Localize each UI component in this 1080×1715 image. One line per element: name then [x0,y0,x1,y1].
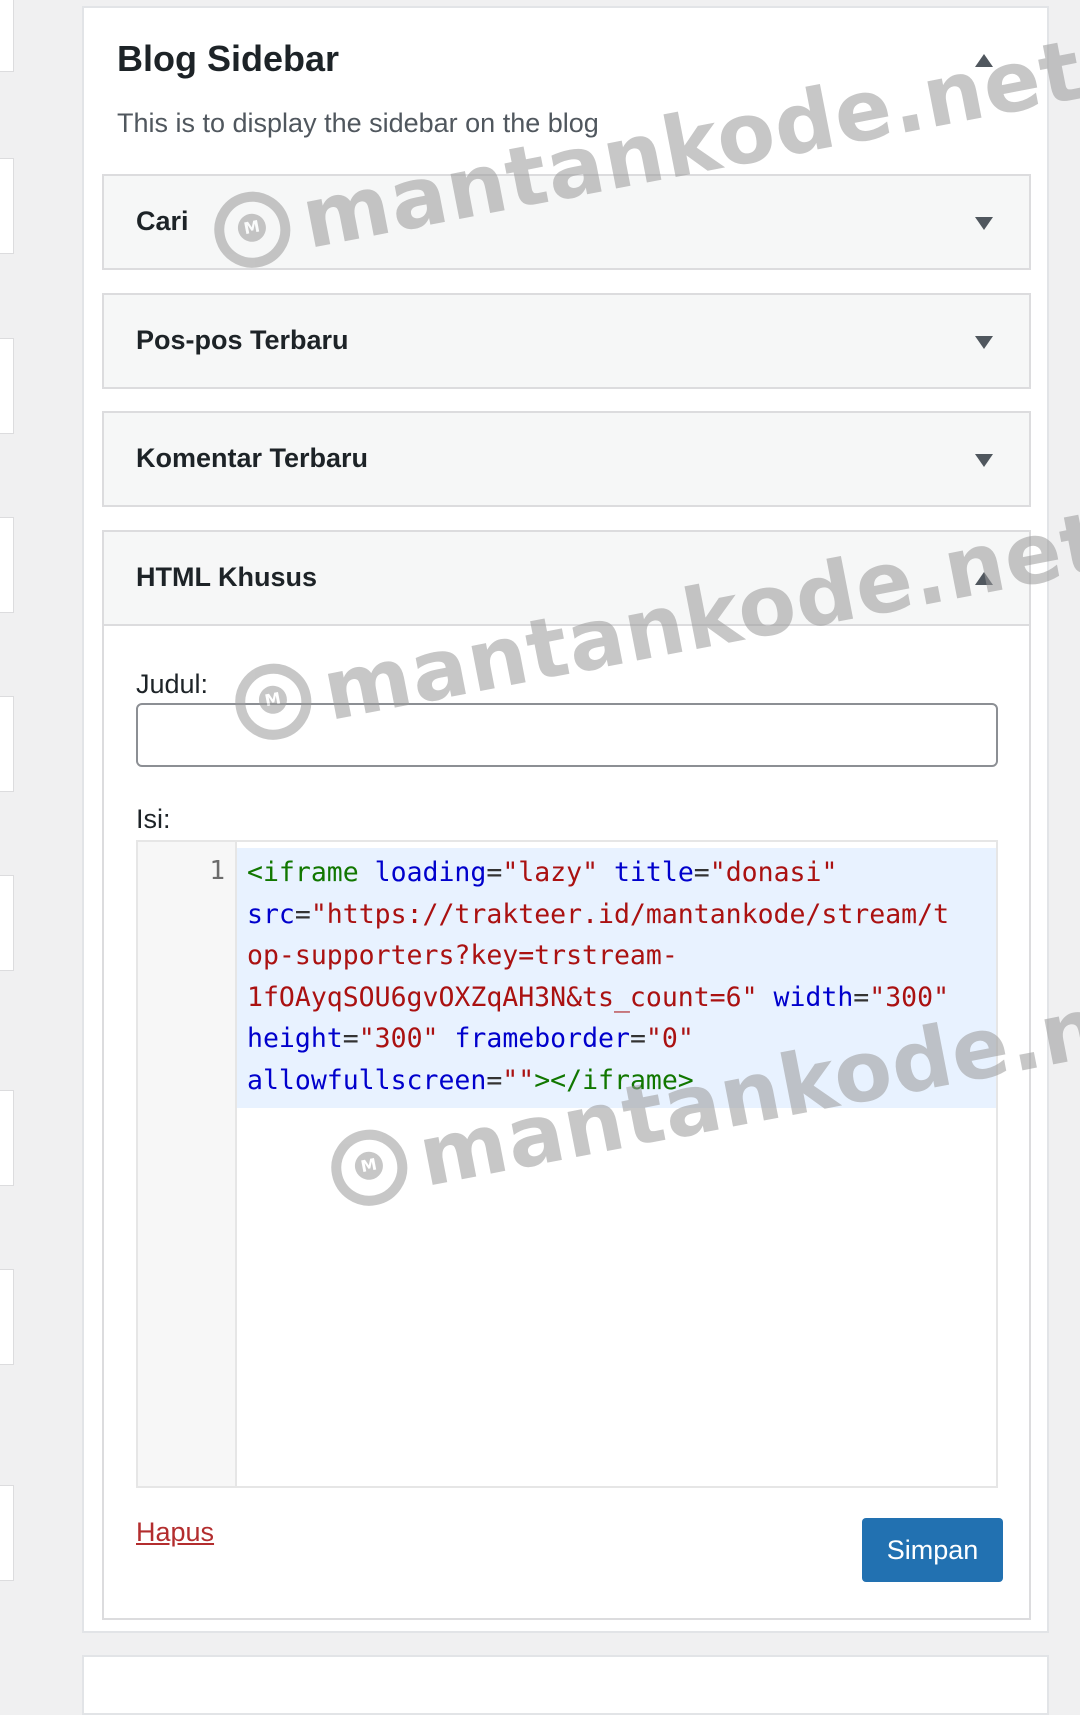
expand-arrow-icon[interactable] [975,336,993,349]
left-column-stub [0,875,14,971]
code-token: frameborder [454,1023,630,1054]
code-token: op-supporters?key=trstream- [247,940,678,971]
code-content[interactable]: <iframe loading="lazy" title="donasi" sr… [237,848,996,1108]
code-token: "https://trakteer.id/mantankode/stream/t [310,898,950,930]
code-token: height [247,1023,343,1054]
next-widget-area [82,1655,1049,1715]
left-column-stub [0,1090,14,1186]
collapse-arrow-icon[interactable] [975,54,993,67]
code-text: <iframe loading="lazy" title="donasi" sr… [247,857,950,1096]
code-token: 1fOAyqSOU6gvOXZqAH3N&ts_count=6" [247,981,758,1013]
collapse-arrow-icon[interactable] [975,572,993,585]
expand-arrow-icon[interactable] [975,454,993,467]
left-column-stub [0,158,14,254]
widget-custom-html: HTML Khusus Judul: Isi: 1 <iframe loadin… [102,530,1031,1620]
widget-cari[interactable]: Cari [102,174,1031,270]
widget-title: Cari [136,206,189,236]
code-token: loading [374,857,487,888]
left-column-stub [0,1269,14,1365]
code-token: "300" [869,981,950,1013]
code-token: "0" [645,1023,694,1054]
code-token: "lazy" [502,857,599,888]
left-column-stub [0,338,14,434]
line-number: 1 [209,856,225,886]
code-token: width [773,981,854,1013]
left-column-stub [0,0,14,72]
code-token: src [247,898,295,930]
delete-link[interactable]: Hapus [136,1517,214,1548]
code-token: <iframe [247,857,359,888]
code-token: "" [502,1064,535,1096]
title-field[interactable] [136,703,998,767]
code-token: allowfullscreen [247,1064,487,1096]
content-field-label: Isi: [136,804,171,834]
left-column-stub [0,1485,14,1581]
left-column-stub [0,696,14,792]
sidebar-title: Blog Sidebar [117,38,340,79]
code-token: "donasi" [709,857,838,888]
expand-arrow-icon[interactable] [975,217,993,230]
code-editor[interactable]: 1 <iframe loading="lazy" title="donasi" … [136,840,998,1488]
widget-area-blog-sidebar: Blog Sidebar This is to display the side… [82,6,1049,1633]
save-button[interactable]: Simpan [862,1518,1003,1582]
line-number-gutter: 1 [138,842,237,1486]
code-token: title [614,857,694,888]
title-field-label: Judul: [136,669,209,699]
widget-title: Komentar Terbaru [136,443,369,473]
widget-custom-html-header[interactable]: HTML Khusus [104,532,1029,626]
code-token: ></iframe> [534,1064,694,1096]
sidebar-description: This is to display the sidebar on the bl… [117,108,599,138]
code-token: "300" [358,1023,439,1054]
widget-recent-comments[interactable]: Komentar Terbaru [102,411,1031,507]
widget-recent-posts[interactable]: Pos-pos Terbaru [102,293,1031,389]
left-column-stub [0,517,14,613]
widget-title: HTML Khusus [136,562,317,592]
widget-title: Pos-pos Terbaru [136,325,349,355]
